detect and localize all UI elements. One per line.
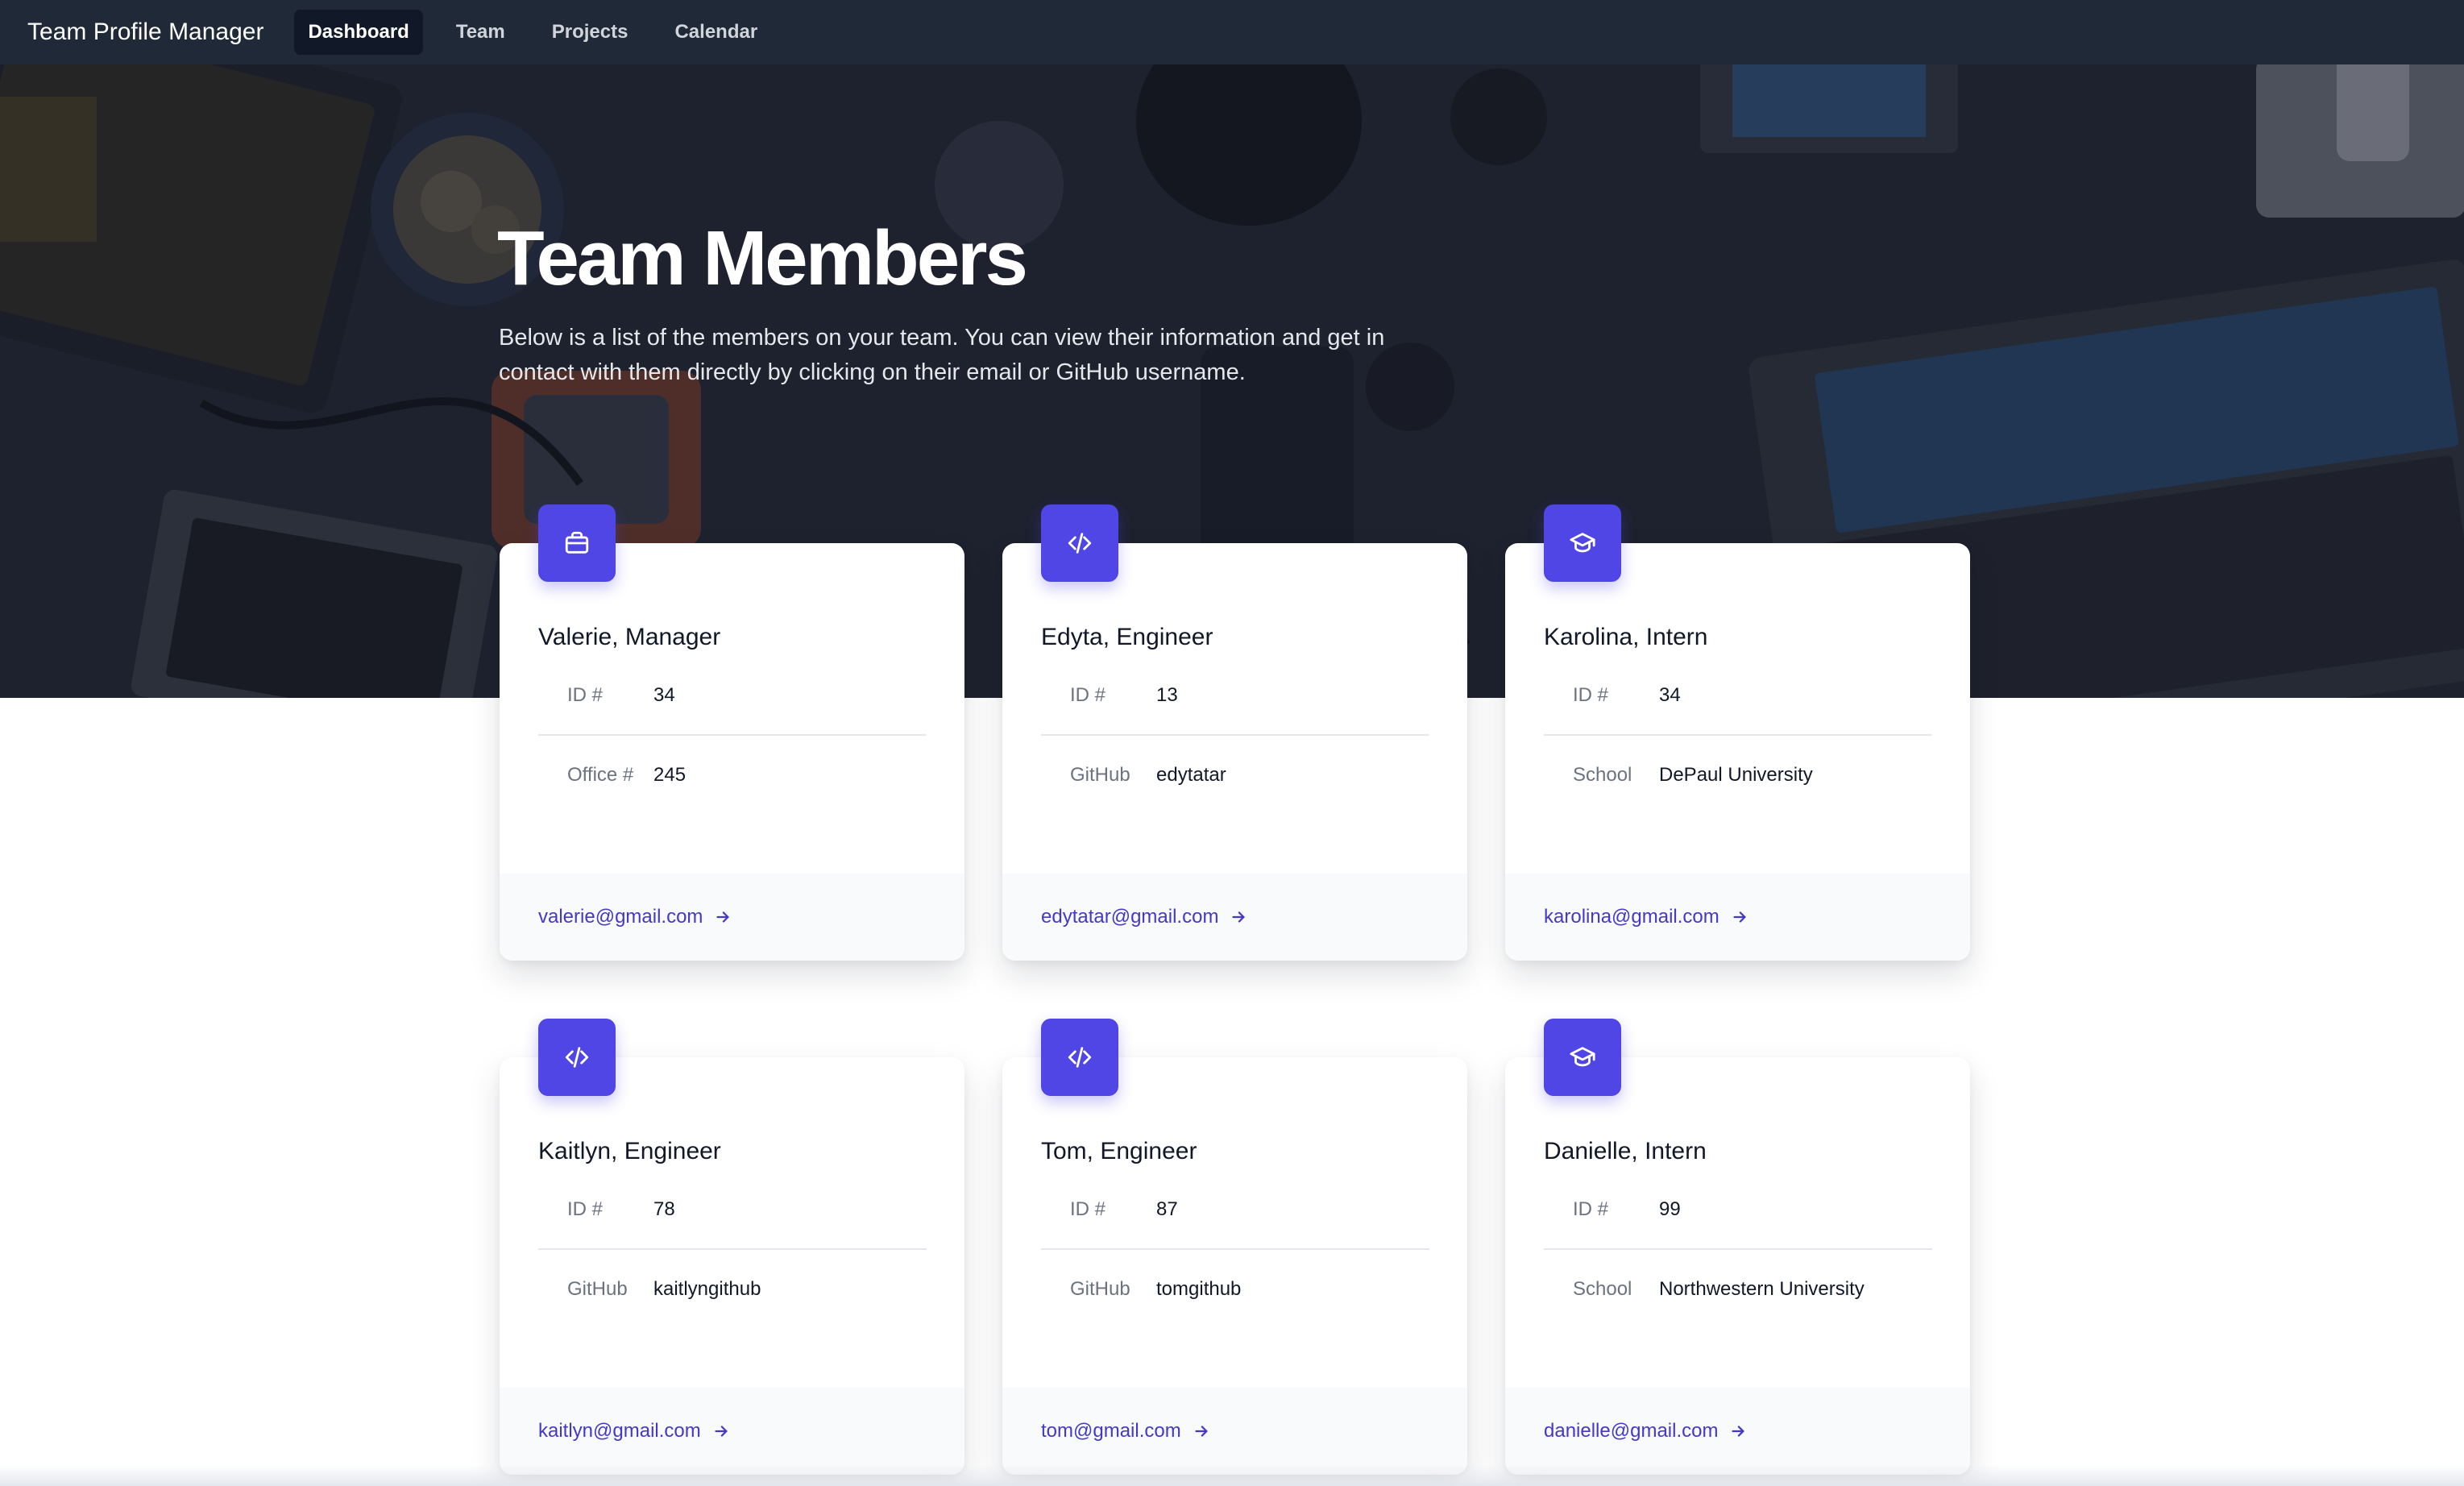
email-link[interactable]: edytatar@gmail.com	[1041, 906, 1218, 928]
school-value: Northwestern University	[1659, 1278, 1865, 1300]
member-card-tom: Tom, Engineer ID # 87 GitHub tomgithub t…	[1002, 1019, 1467, 1475]
id-value: 34	[1659, 684, 1681, 706]
member-name-role: Valerie, Manager	[538, 624, 721, 650]
id-value: 87	[1156, 1198, 1178, 1220]
id-label: ID #	[1573, 1198, 1609, 1220]
code-icon	[538, 1019, 616, 1096]
arrow-right-icon[interactable]	[1193, 1422, 1210, 1440]
nav-projects[interactable]: Projects	[538, 10, 642, 55]
id-row: ID # 78	[538, 1171, 927, 1250]
graduation-cap-icon	[1544, 504, 1621, 582]
id-row: ID # 34	[538, 657, 927, 736]
member-card-valerie: Valerie, Manager ID # 34 Office # 245 va…	[500, 504, 964, 961]
github-username[interactable]: edytatar	[1156, 764, 1226, 787]
id-label: ID #	[1573, 684, 1609, 706]
github-row: GitHub kaitlyngithub	[538, 1250, 927, 1329]
card-footer: karolina@gmail.com	[1505, 874, 1970, 961]
id-value: 34	[653, 684, 675, 706]
email-link[interactable]: danielle@gmail.com	[1544, 1420, 1718, 1442]
github-row: GitHub edytatar	[1041, 736, 1429, 815]
page-title: Team Members	[497, 215, 1028, 301]
github-label: GitHub	[567, 1278, 628, 1300]
email-link[interactable]: kaitlyn@gmail.com	[538, 1420, 701, 1442]
office-row: Office # 245	[538, 736, 927, 815]
member-card-kaitlyn: Kaitlyn, Engineer ID # 78 GitHub kaitlyn…	[500, 1019, 964, 1475]
brand-title[interactable]: Team Profile Manager	[27, 19, 263, 46]
member-card-edyta: Edyta, Engineer ID # 13 GitHub edytatar …	[1002, 504, 1467, 961]
card-footer: valerie@gmail.com	[500, 874, 964, 961]
briefcase-icon	[538, 504, 616, 582]
id-row: ID # 34	[1544, 657, 1932, 736]
email-link[interactable]: valerie@gmail.com	[538, 906, 703, 928]
school-row: School Northwestern University	[1544, 1250, 1932, 1329]
id-row: ID # 87	[1041, 1171, 1429, 1250]
member-name-role: Tom, Engineer	[1041, 1138, 1197, 1164]
office-label: Office #	[567, 764, 634, 786]
id-label: ID #	[567, 1198, 604, 1220]
arrow-right-icon[interactable]	[712, 1422, 730, 1440]
page-description: Below is a list of the members on your t…	[499, 325, 1385, 385]
nav-calendar[interactable]: Calendar	[661, 10, 771, 55]
id-label: ID #	[567, 684, 604, 706]
nav-team[interactable]: Team	[442, 10, 519, 55]
id-label: ID #	[1070, 1198, 1106, 1220]
email-link[interactable]: karolina@gmail.com	[1544, 906, 1719, 928]
github-username[interactable]: kaitlyngithub	[653, 1278, 761, 1301]
member-name-role: Karolina, Intern	[1544, 624, 1708, 650]
card-footer: danielle@gmail.com	[1505, 1388, 1970, 1475]
github-row: GitHub tomgithub	[1041, 1250, 1429, 1329]
code-icon	[1041, 1019, 1118, 1096]
id-row: ID # 13	[1041, 657, 1429, 736]
github-label: GitHub	[1070, 764, 1130, 786]
school-value: DePaul University	[1659, 764, 1813, 786]
card-footer: tom@gmail.com	[1002, 1388, 1467, 1475]
top-navbar: Team Profile Manager Dashboard Team Proj…	[0, 0, 2464, 64]
arrow-right-icon[interactable]	[1729, 1422, 1747, 1440]
arrow-right-icon[interactable]	[714, 908, 732, 926]
id-value: 78	[653, 1198, 675, 1220]
arrow-right-icon[interactable]	[1230, 908, 1247, 926]
school-label: School	[1573, 1278, 1632, 1300]
id-label: ID #	[1070, 684, 1106, 706]
card-footer: edytatar@gmail.com	[1002, 874, 1467, 961]
school-label: School	[1573, 764, 1632, 786]
member-name-role: Kaitlyn, Engineer	[538, 1138, 721, 1164]
member-name-role: Edyta, Engineer	[1041, 624, 1213, 650]
nav-dashboard[interactable]: Dashboard	[294, 10, 423, 55]
id-row: ID # 99	[1544, 1171, 1932, 1250]
email-link[interactable]: tom@gmail.com	[1041, 1420, 1181, 1442]
github-username[interactable]: tomgithub	[1156, 1278, 1241, 1301]
graduation-cap-icon	[1544, 1019, 1621, 1096]
office-value: 245	[653, 764, 687, 786]
member-card-danielle: Danielle, Intern ID # 99 School Northwes…	[1505, 1019, 1970, 1475]
code-icon	[1041, 504, 1118, 582]
member-card-karolina: Karolina, Intern ID # 34 School DePaul U…	[1505, 504, 1970, 961]
member-name-role: Danielle, Intern	[1544, 1138, 1707, 1164]
github-label: GitHub	[1070, 1278, 1130, 1300]
card-footer: kaitlyn@gmail.com	[500, 1388, 964, 1475]
id-value: 13	[1156, 684, 1178, 706]
bottom-scroll-shadow	[0, 1465, 2464, 1486]
arrow-right-icon[interactable]	[1731, 908, 1748, 926]
school-row: School DePaul University	[1544, 736, 1932, 815]
id-value: 99	[1659, 1198, 1681, 1220]
